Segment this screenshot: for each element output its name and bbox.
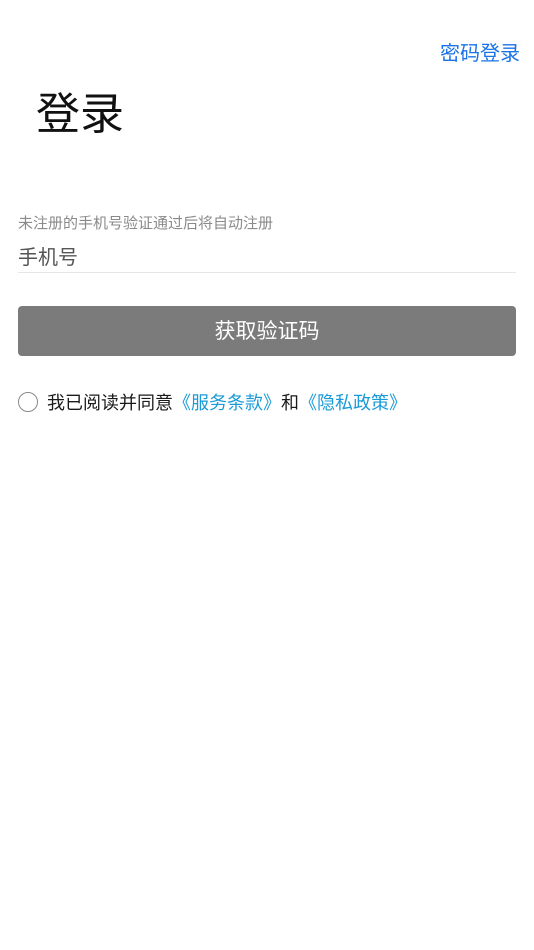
phone-input[interactable] bbox=[18, 242, 516, 272]
terms-of-service-link[interactable]: 《服务条款》 bbox=[173, 389, 281, 415]
auto-register-hint: 未注册的手机号验证通过后将自动注册 bbox=[18, 214, 274, 232]
get-verification-code-button[interactable]: 获取验证码 bbox=[18, 306, 516, 356]
agreement-prefix-text: 我已阅读并同意 bbox=[47, 393, 173, 414]
agreement-conjunction-text: 和 bbox=[281, 393, 299, 414]
agreement-radio[interactable] bbox=[18, 392, 38, 412]
phone-field-container bbox=[18, 242, 516, 273]
password-login-link[interactable]: 密码登录 bbox=[440, 40, 520, 66]
privacy-policy-link[interactable]: 《隐私政策》 bbox=[299, 389, 407, 415]
agreement-row: 我已阅读并同意 《服务条款》 和 《隐私政策》 bbox=[18, 388, 407, 416]
login-screen: 密码登录 登录 未注册的手机号验证通过后将自动注册 获取验证码 我已阅读并同意 … bbox=[0, 0, 534, 950]
page-title: 登录 bbox=[36, 89, 124, 140]
